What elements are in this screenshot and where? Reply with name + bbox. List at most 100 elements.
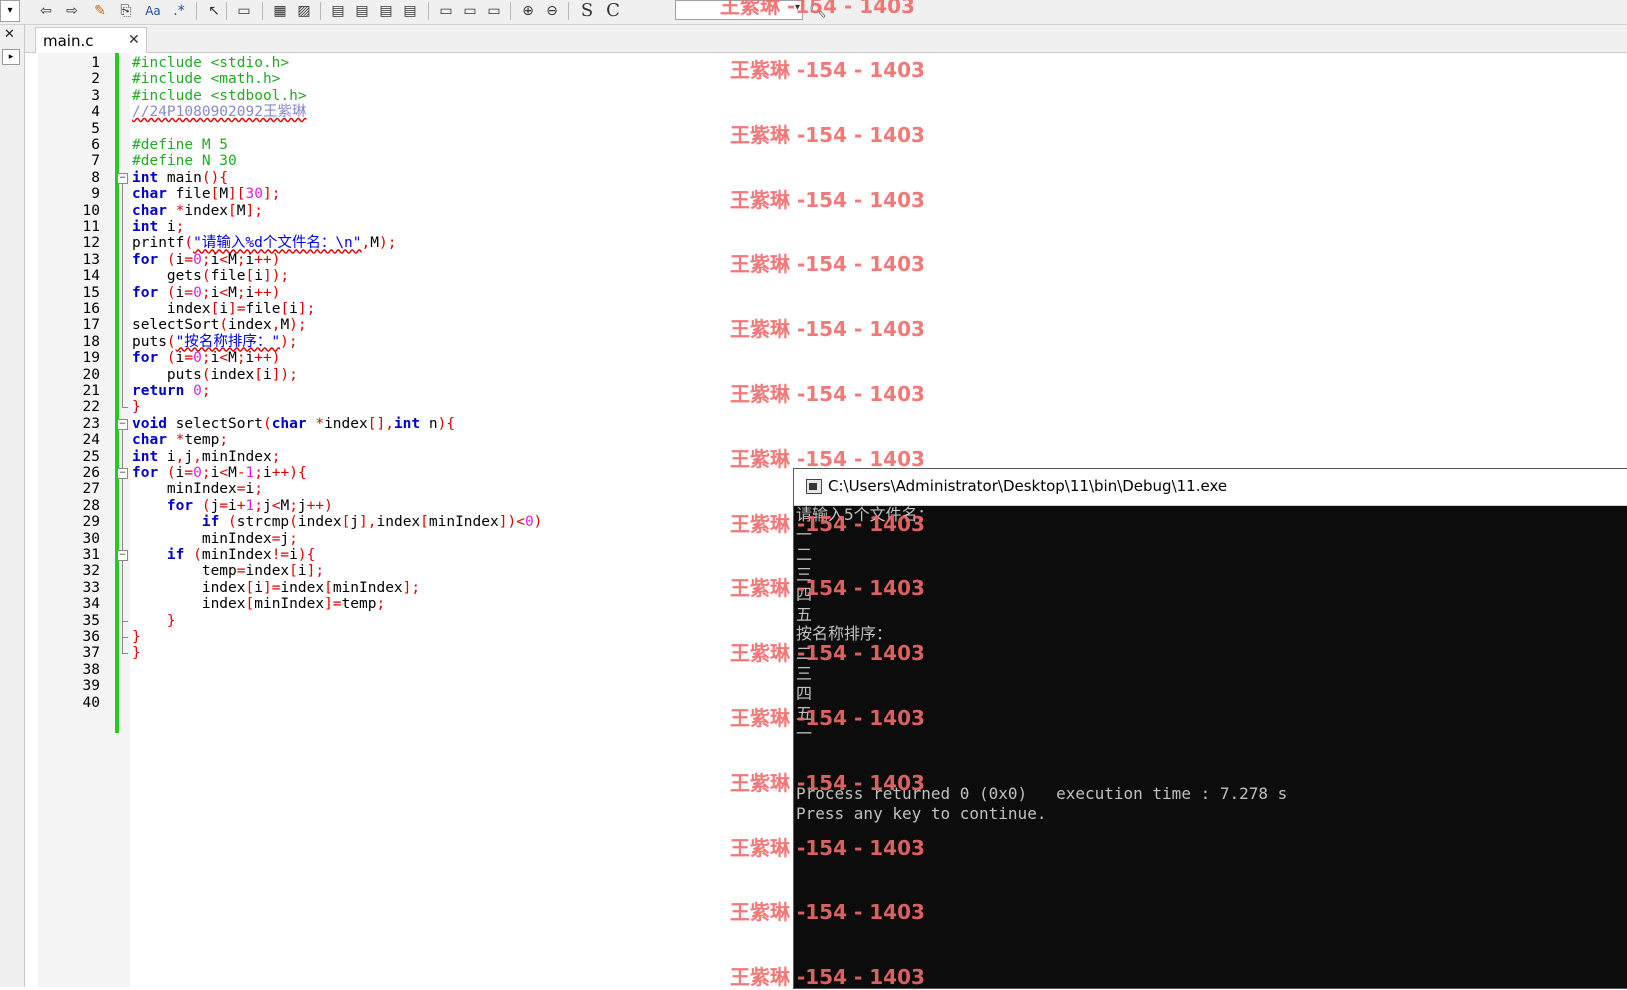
fold-end [122,407,128,409]
code-line[interactable]: #include <stdbool.h> [132,88,307,105]
code-line[interactable]: for (i=0;i<M;i++) [132,252,280,269]
code-token: minIndex [428,514,499,531]
code-line[interactable]: for (i=0;i<M;i++) [132,285,280,302]
code-token: ++){ [271,465,307,481]
code-line[interactable]: for (j=i+1;j<M;j++) [132,498,333,515]
zoom-out-icon[interactable]: ⊖ [542,1,562,21]
code-line[interactable]: #include <stdio.h> [132,55,289,72]
code-token: gets [132,268,202,285]
close-icon[interactable]: ✕ [4,27,15,42]
code-line[interactable]: char *index[M]; [132,203,263,220]
code-line[interactable]: temp=index[i]; [132,563,324,580]
code-line[interactable]: #define M 5 [132,137,228,154]
line-number: 19 [82,350,100,367]
fold-toggle-icon[interactable]: − [117,172,128,184]
code-line[interactable]: minIndex=j; [132,531,298,548]
fold-toggle-icon[interactable]: − [117,418,128,430]
code-token: ; [201,465,211,481]
code-token: } [132,629,141,645]
code-token: ( [289,514,298,531]
c-button[interactable]: C [604,1,622,21]
line-number: 14 [82,268,100,285]
code-token: = [236,563,246,580]
code-line[interactable]: puts("按名称排序："); [132,334,298,351]
fold-toggle-icon[interactable]: − [117,550,128,561]
code-token: ( [158,284,176,301]
replace-icon[interactable]: ⎘ [116,1,136,21]
code-token: minIndex [332,579,403,596]
layout4-icon[interactable]: ▤ [352,1,372,21]
code-token: [ [245,596,255,613]
code-token: [ [228,202,237,219]
highlight-icon[interactable]: ✎ [90,1,110,21]
code-line[interactable]: index[minIndex]=temp; [132,596,385,613]
code-token: ]= [228,301,246,317]
select-icon[interactable]: ↖ [206,1,222,21]
code-line[interactable]: } [132,399,141,416]
code-line[interactable]: } [132,645,141,662]
code-line[interactable]: selectSort(index,M); [132,317,307,334]
line-number: 36 [82,629,100,645]
code-line[interactable]: return 0; [132,383,211,400]
layout6-icon[interactable]: ▤ [400,1,420,21]
toolbar-dropdown-arrow[interactable]: ▾ [0,0,20,22]
match-case-icon[interactable]: Aa [142,1,164,21]
forward-icon[interactable]: ⇨ [62,1,82,21]
layout2-icon[interactable]: ▨ [294,1,314,21]
code-token: ; [271,448,281,465]
frame1-icon[interactable]: ▭ [436,1,456,21]
code-token: ++) [254,251,281,268]
code-line[interactable]: for (i=0;i<M;i++) [132,350,280,367]
line-number: 2 [91,71,100,88]
code-line[interactable]: index[i]=file[i]; [132,301,315,318]
code-line[interactable]: char *temp; [132,432,228,449]
code-token: file [210,268,246,285]
line-number: 33 [82,579,100,596]
code-token: main [158,169,202,186]
code-token: ]; [402,579,421,596]
code-line[interactable]: index[i]=index[minIndex]; [132,580,420,597]
layout5-icon[interactable]: ▤ [376,1,396,21]
code-line[interactable]: #include <math.h> [132,71,280,88]
frame2-icon[interactable]: ▭ [460,1,480,21]
code-line[interactable]: gets(file[i]); [132,268,289,285]
layout3-icon[interactable]: ▤ [328,1,348,21]
code-line[interactable]: for (i=0;i<M-1;i++){ [132,465,307,482]
layout1-icon[interactable]: ▦ [270,1,290,21]
code-line[interactable]: if (minIndex!=i){ [132,547,315,564]
tab-main-c[interactable]: main.c ✕ [35,27,147,53]
code-token: if [132,514,220,531]
code-token: file [245,301,281,317]
code-token: ; [289,497,298,514]
code-token: ++) [306,497,333,514]
code-line[interactable]: } [132,629,141,646]
code-line[interactable]: int main(){ [132,170,228,187]
code-token: selectSort [132,317,220,334]
console-titlebar[interactable]: C:\Users\Administrator\Desktop\11\bin\De… [794,469,1627,506]
code-line[interactable]: #define N 30 [132,153,237,170]
fold-end [122,620,128,622]
code-line[interactable]: minIndex=i; [132,481,263,498]
code-line[interactable]: char file[M][30]; [132,186,280,203]
regex-icon[interactable]: .* [170,1,188,21]
block-icon[interactable]: ▭ [234,1,254,21]
code-line[interactable]: if (strcmp(index[j],index[minIndex])<0) [132,514,543,531]
code-token: char [132,432,167,449]
code-token: } [132,399,141,416]
code-line[interactable]: int i; [132,219,184,236]
code-token: - [236,465,246,481]
code-line[interactable]: puts(index[i]); [132,367,298,384]
frame3-icon[interactable]: ▭ [484,1,504,21]
code-line[interactable]: int i,j,minIndex; [132,449,280,466]
fold-toggle-icon[interactable]: − [117,468,128,479]
zoom-in-icon[interactable]: ⊕ [518,1,538,21]
back-icon[interactable]: ⇦ [36,1,56,21]
code-token: ; [236,350,246,367]
close-icon[interactable]: ✕ [128,32,140,48]
code-line[interactable]: } [132,613,176,630]
code-line[interactable]: printf("请输入%d个文件名：\n",M); [132,235,396,252]
code-line[interactable]: //24P1080902092王紫琳 [132,104,306,121]
s-button[interactable]: S [578,1,596,21]
expand-arrow-icon[interactable]: ▸ [2,49,20,65]
code-line[interactable]: void selectSort(char *index[],int n){ [132,416,455,433]
